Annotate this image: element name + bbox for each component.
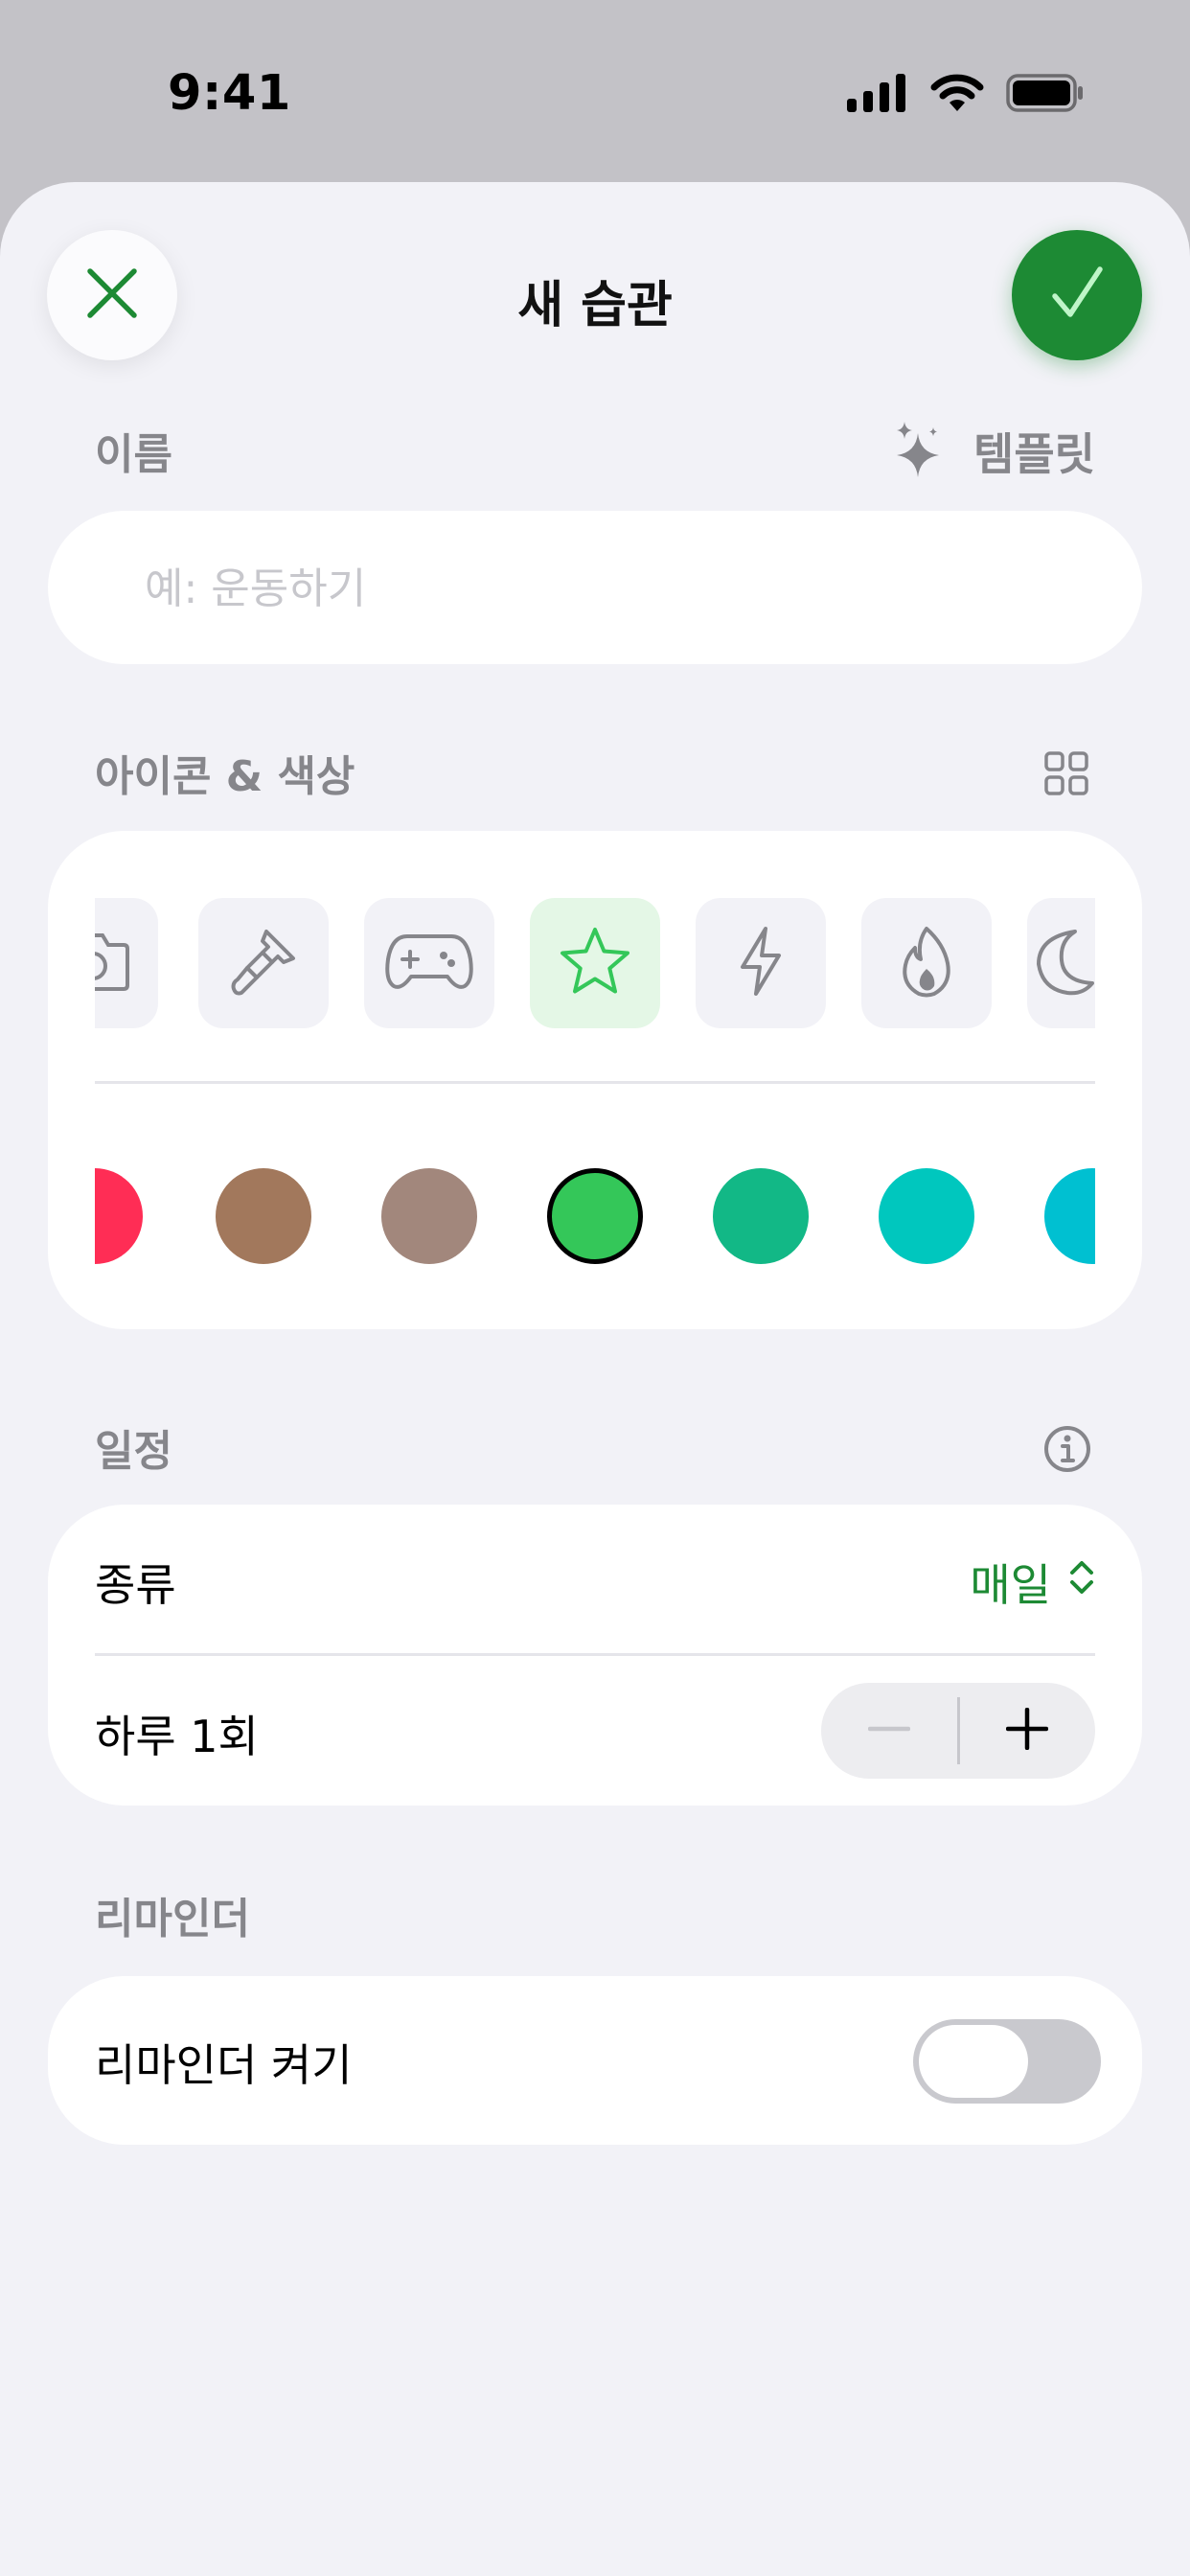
color-option-taupe[interactable]	[381, 1168, 477, 1264]
gamecontroller-icon	[384, 931, 474, 996]
camera-icon	[95, 930, 131, 997]
bolt-icon	[737, 925, 785, 1001]
icon-option-paintbrush[interactable]	[198, 898, 329, 1028]
minus-icon	[867, 1708, 910, 1754]
icon-color-section-label: 아이콘 & 색상	[95, 752, 355, 801]
color-option-brown[interactable]	[216, 1168, 311, 1264]
schedule-type-label: 종류	[95, 1559, 176, 1611]
icon-color-scroll[interactable]	[95, 831, 1095, 1329]
info-circle-icon[interactable]	[1042, 1424, 1092, 1478]
name-input[interactable]	[143, 511, 1105, 666]
star-icon	[559, 926, 631, 1000]
icon-color-divider	[95, 1081, 1095, 1084]
name-section-label: 이름	[95, 430, 172, 479]
reminder-card: 리마인더 켜기	[48, 1976, 1142, 2145]
paintbrush-icon	[228, 926, 299, 1000]
schedule-type-select[interactable]: 매일	[970, 1551, 1095, 1614]
moon-icon	[1033, 926, 1095, 1000]
icon-option-bolt[interactable]	[696, 898, 826, 1028]
cellular-signal-icon	[847, 74, 908, 116]
schedule-divider	[95, 1653, 1095, 1656]
status-icons	[847, 73, 1085, 117]
icon-option-moon[interactable]	[1027, 898, 1095, 1028]
reminder-toggle-label: 리마인더 켜기	[95, 2039, 353, 2091]
decrement-button[interactable]	[821, 1683, 957, 1779]
icon-option-flame[interactable]	[861, 898, 992, 1028]
count-label: 하루 1회	[95, 1711, 259, 1762]
template-button[interactable]: 템플릿	[891, 420, 1095, 483]
count-stepper[interactable]	[821, 1683, 1095, 1779]
color-option-emerald[interactable]	[713, 1168, 809, 1264]
icon-option-star[interactable]	[530, 898, 660, 1028]
color-option-green[interactable]	[547, 1168, 643, 1264]
template-label: 템플릿	[973, 428, 1095, 480]
increment-button[interactable]	[960, 1683, 1096, 1779]
schedule-section-label: 일정	[95, 1427, 172, 1476]
schedule-type-row[interactable]: 종류 매일	[48, 1505, 1142, 1654]
battery-icon	[1006, 74, 1085, 116]
plus-icon	[1006, 1707, 1049, 1754]
icon-color-card	[48, 831, 1142, 1329]
wifi-icon	[929, 73, 985, 117]
new-habit-sheet: 새 습관 이름 템플릿 아이콘 & 색상	[0, 182, 1190, 2576]
icon-option-gamecontroller[interactable]	[364, 898, 494, 1028]
color-option-cyan[interactable]	[1044, 1168, 1095, 1264]
sparkles-icon	[891, 420, 943, 483]
toggle-knob	[919, 2025, 1028, 2098]
icon-option-camera[interactable]	[95, 898, 158, 1028]
status-time: 9:41	[168, 65, 291, 122]
schedule-type-value: 매일	[970, 1559, 1051, 1611]
status-bar: 9:41	[0, 0, 1190, 182]
color-option-teal[interactable]	[879, 1168, 974, 1264]
reminder-toggle[interactable]	[913, 2019, 1101, 2104]
checkmark-icon	[1047, 264, 1107, 327]
name-card	[48, 511, 1142, 666]
schedule-card: 종류 매일 하루 1회	[48, 1505, 1142, 1806]
color-option-red[interactable]	[95, 1168, 143, 1264]
confirm-button[interactable]	[1012, 230, 1142, 360]
flame-icon	[898, 925, 955, 1001]
reminder-section-label: 리마인더	[95, 1895, 250, 1944]
chevron-up-down-icon	[1068, 1556, 1095, 1608]
grid-icon[interactable]	[1044, 751, 1088, 799]
